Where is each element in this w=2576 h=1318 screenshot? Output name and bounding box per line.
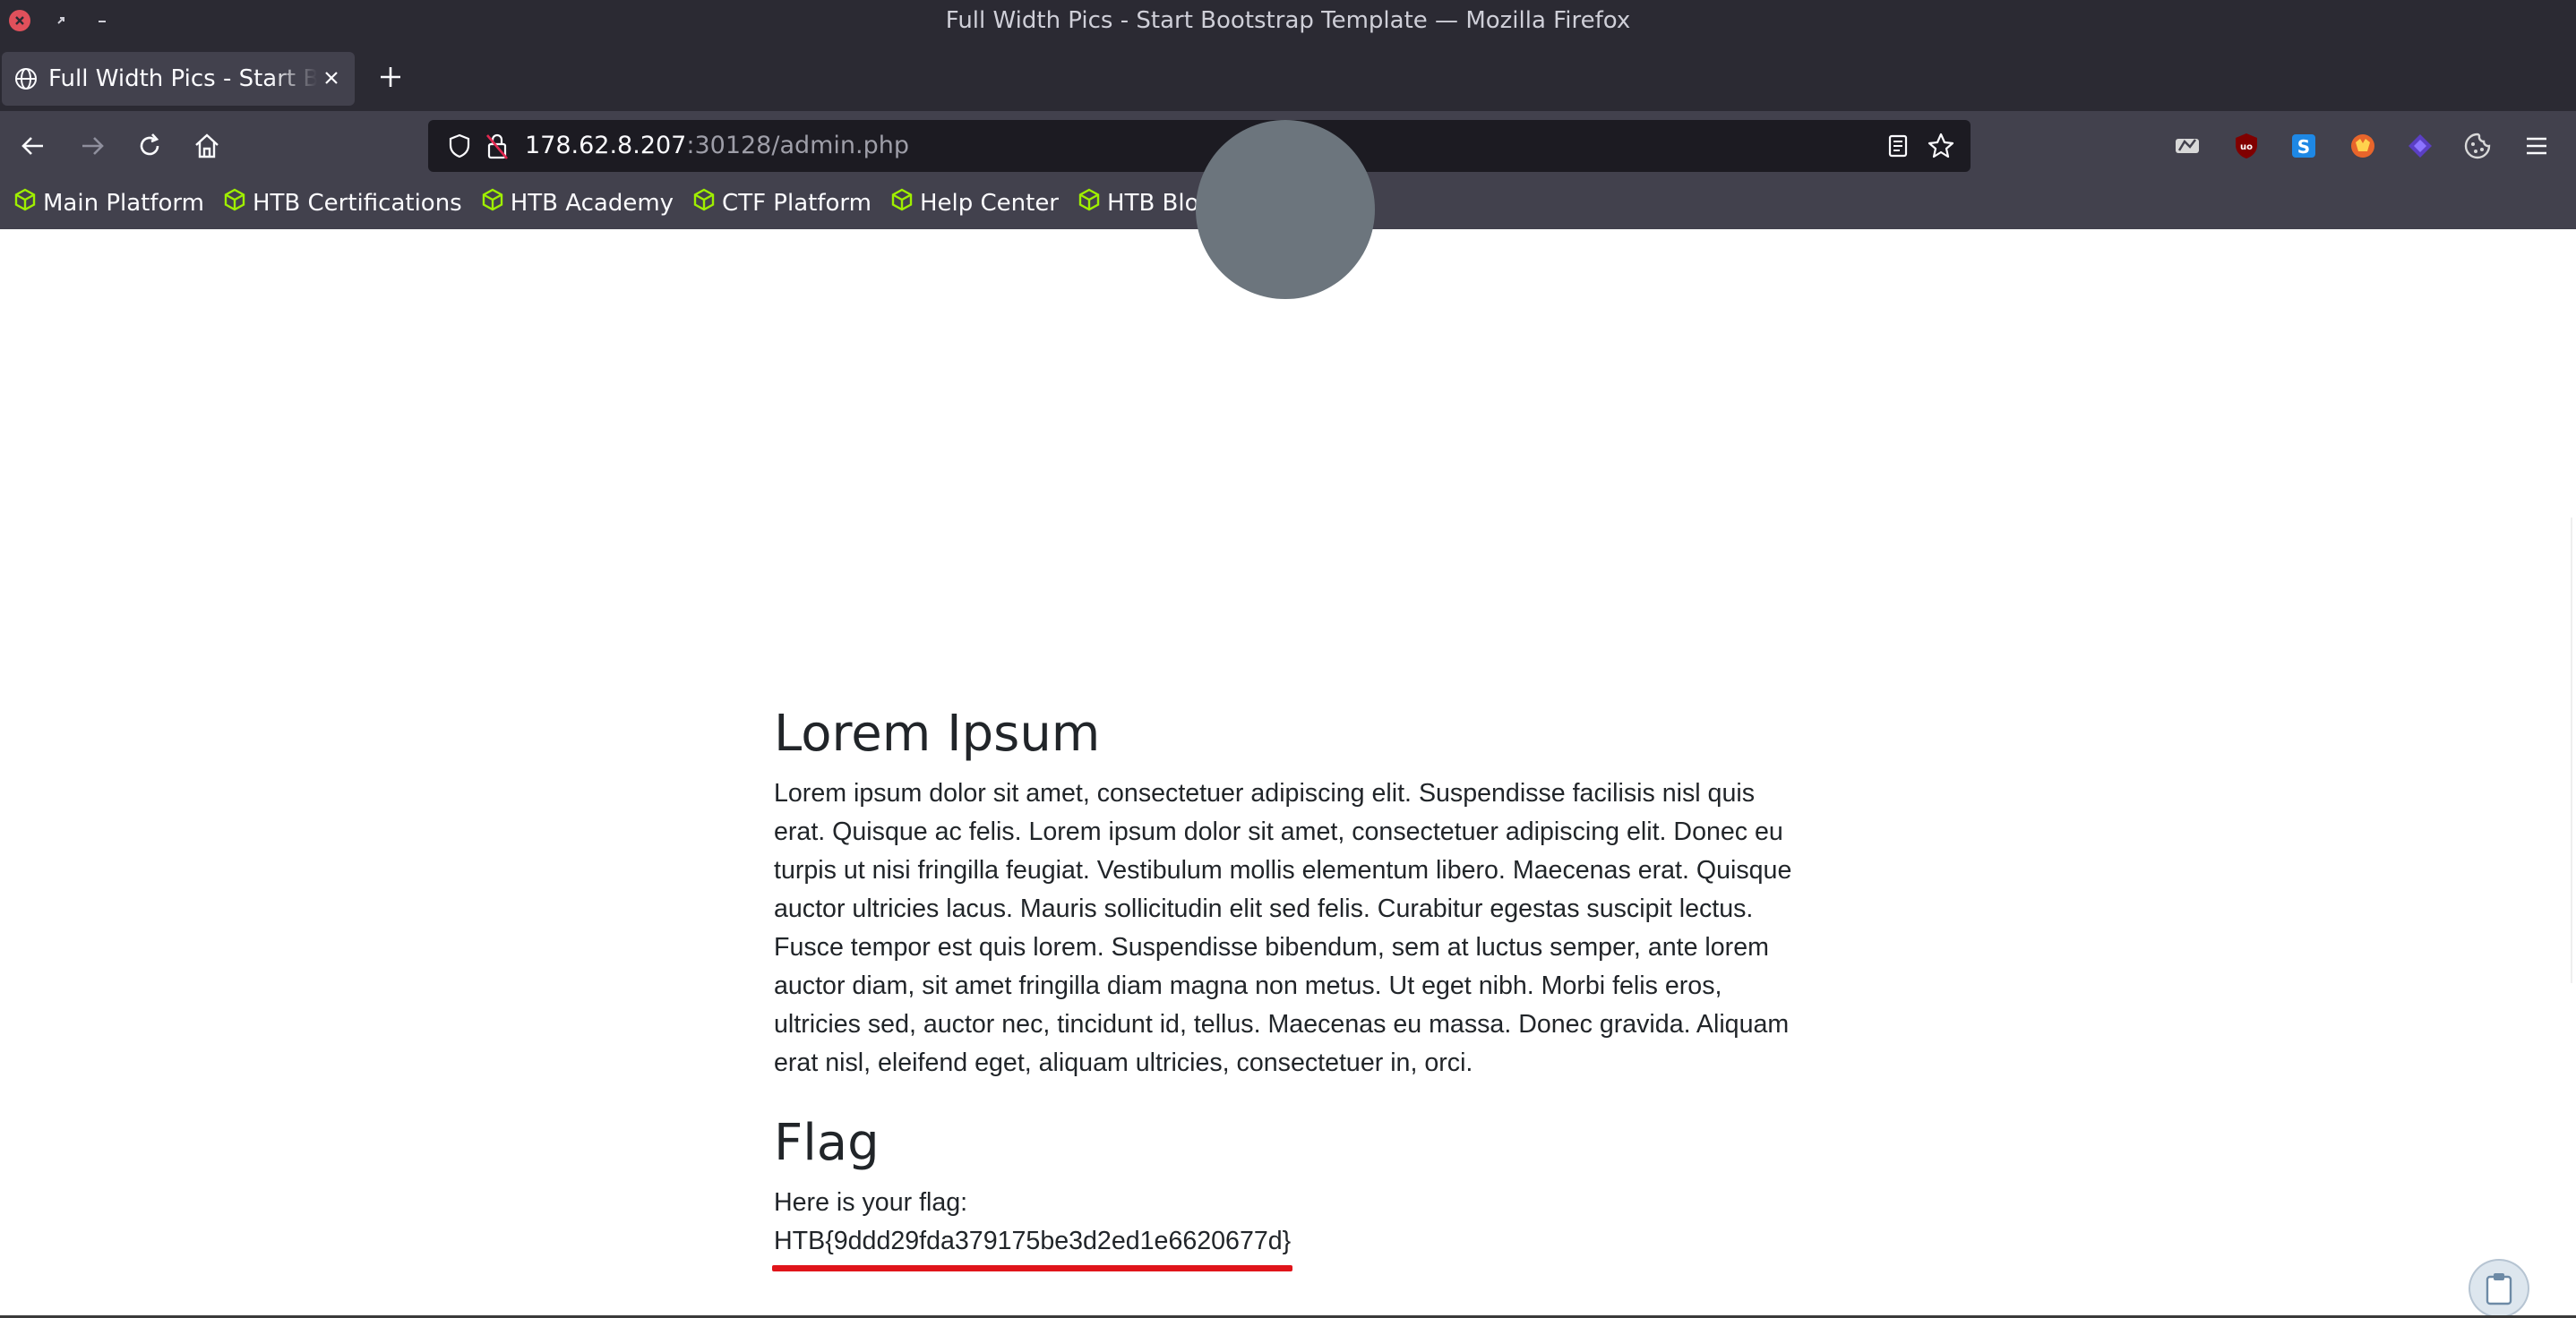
flag-value: HTB{9ddd29fda379175be3d2ed1e6620677d} [772,1222,1293,1272]
hackthebox-cube-icon [14,188,36,218]
cookie-icon[interactable] [2461,130,2494,162]
hackthebox-cube-icon [1078,188,1100,218]
lorem-paragraph: Lorem ipsum dolor sit amet, consectetuer… [774,779,1792,1078]
bookmark-item[interactable]: HTB Certifications [224,188,462,218]
new-tab-icon[interactable] [376,63,405,95]
insecure-lock-icon[interactable] [484,132,511,164]
flag-highlight-underline [772,1265,1293,1272]
flag-text: HTB{9ddd29fda379175be3d2ed1e6620677d} [774,1227,1292,1256]
layers-icon[interactable] [2404,130,2436,162]
forward-arrow-icon[interactable] [77,131,107,161]
bookmark-label: Help Center [919,189,1060,217]
url-text[interactable]: 178.62.8.207:30128/admin.php [525,132,909,159]
home-icon[interactable] [192,131,222,161]
hackthebox-cube-icon [693,188,715,218]
flag-intro-label: Here is your flag: [774,1188,968,1218]
flag-heading: Flag [774,1114,880,1173]
reload-icon[interactable] [134,131,165,161]
hackthebox-cube-icon [224,188,245,218]
close-tab-icon[interactable] [321,67,342,92]
svg-text:S: S [2297,136,2310,158]
section-heading: Lorem Ipsum [774,705,1101,763]
bookmarks-list: Main Platform HTB Certifications HTB Acade… [14,188,1214,218]
bookmark-item[interactable]: HTB Academy [482,188,674,218]
bookmark-item[interactable]: Help Center [891,188,1059,218]
tab-label-fade [270,61,317,97]
clipboard-icon[interactable] [2469,1259,2529,1318]
page-viewport: Lorem Ipsum Lorem ipsum dolor sit amet, … [0,120,2576,1318]
window-title: Full Width Pics - Start Bootstrap Templa… [945,7,1631,34]
tab-active[interactable]: Full Width Pics - Start Bootstrap Templa… [2,52,355,106]
back-arrow-icon[interactable] [18,131,48,161]
flag-intro-text: Here is your flag: HTB{9ddd29fda379175be… [772,1184,1795,1272]
reader-view-icon[interactable] [1885,133,1911,163]
ublock-icon[interactable]: uo [2230,130,2263,162]
bookmark-label: Main Platform [43,189,204,217]
url-host: 178.62.8.207 [525,132,687,159]
s-extension-icon[interactable]: S [2288,130,2320,162]
hackthebox-cube-icon [482,188,503,218]
shield-icon[interactable] [446,133,473,163]
address-bar[interactable]: 178.62.8.207:30128/admin.php [428,120,1971,172]
scrollbar[interactable] [2571,518,2572,983]
menu-icon[interactable] [2520,130,2553,162]
url-path: :30128/admin.php [686,132,910,159]
bookmark-item[interactable]: CTF Platform [693,188,872,218]
profile-image [1196,120,1375,299]
title-bar: Full Width Pics - Start Bootstrap Templa… [0,0,2576,45]
main-content: Lorem Ipsum Lorem ipsum dolor sit amet, … [772,704,1795,1272]
hackthebox-cube-icon [891,188,913,218]
bookmark-star-icon[interactable] [1926,131,1956,165]
bookmark-label: HTB Certifications [252,189,462,217]
globe-icon [14,67,38,94]
bookmark-item[interactable]: Main Platform [14,188,204,218]
bookmark-label: CTF Platform [722,189,872,217]
foxy-icon[interactable] [2347,130,2379,162]
tab-strip: Full Width Pics - Start Bootstrap Templa… [0,45,2576,111]
bookmark-label: HTB Academy [510,189,674,217]
svg-text:uo: uo [2240,142,2253,152]
snippet-icon[interactable] [2171,130,2203,162]
bookmark-item[interactable]: HTB Blog [1078,188,1214,218]
